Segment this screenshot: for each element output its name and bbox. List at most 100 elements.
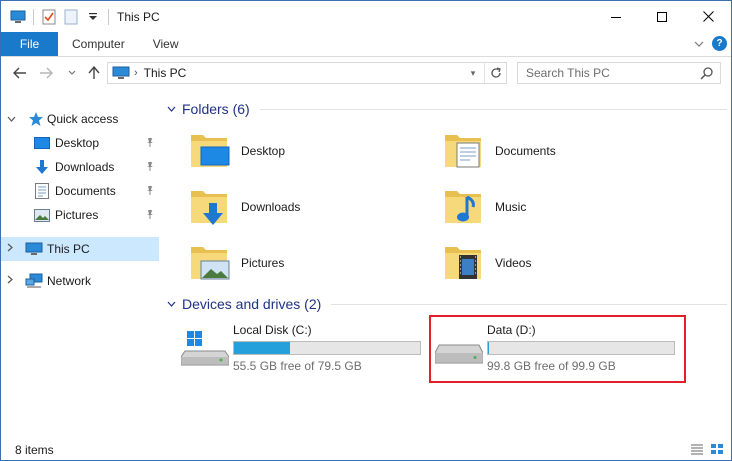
pictures-icon bbox=[33, 206, 51, 224]
drive-usage-fill bbox=[234, 342, 291, 354]
window-controls bbox=[593, 1, 731, 32]
navigation-pane: Quick access Desktop Downloads Documents… bbox=[1, 93, 159, 433]
item-count: 8 items bbox=[15, 442, 54, 457]
nav-quick-access[interactable]: Quick access bbox=[1, 107, 159, 131]
content-pane: Folders (6) Desktop Documents Downloads … bbox=[161, 93, 731, 433]
nav-pinned-label: Documents bbox=[55, 184, 116, 198]
folder-label: Music bbox=[495, 200, 527, 214]
group-divider bbox=[331, 303, 727, 305]
customize-toolbar-dropdown-icon[interactable] bbox=[84, 8, 102, 26]
up-button[interactable] bbox=[83, 62, 105, 84]
drives-group-title: Devices and drives (2) bbox=[182, 296, 322, 312]
search-box[interactable] bbox=[517, 62, 721, 84]
drive-d[interactable]: Data (D:) 99.8 GB free of 99.9 GB bbox=[429, 321, 685, 377]
ribbon-tabs: File Computer View ? bbox=[1, 32, 731, 57]
desktop-folder-icon bbox=[191, 135, 230, 167]
tab-computer[interactable]: Computer bbox=[58, 32, 139, 56]
collapse-chevron-icon[interactable] bbox=[167, 299, 176, 310]
folder-music[interactable]: Music bbox=[435, 181, 675, 233]
search-icon[interactable] bbox=[700, 66, 714, 83]
toolbar-separator bbox=[33, 8, 34, 25]
collapse-chevron-icon[interactable] bbox=[7, 114, 17, 125]
details-view-icon[interactable] bbox=[689, 442, 705, 456]
folder-label: Documents bbox=[495, 144, 556, 158]
documents-icon bbox=[33, 182, 51, 200]
drive-free-space: 99.8 GB free of 99.9 GB bbox=[487, 359, 616, 373]
folder-desktop[interactable]: Desktop bbox=[181, 125, 421, 177]
help-icon[interactable]: ? bbox=[712, 36, 727, 51]
breadcrumb-this-pc[interactable]: This PC bbox=[144, 66, 187, 80]
hard-drive-icon bbox=[435, 344, 483, 364]
nav-pinned-pictures[interactable]: Pictures bbox=[1, 203, 159, 227]
videos-folder-icon bbox=[445, 247, 481, 279]
nav-this-pc[interactable]: This PC bbox=[1, 237, 159, 261]
nav-pinned-label: Pictures bbox=[55, 208, 99, 222]
folder-downloads[interactable]: Downloads bbox=[181, 181, 421, 233]
drive-label: Data (D:) bbox=[487, 323, 536, 337]
recent-locations-dropdown[interactable] bbox=[61, 62, 83, 84]
quick-access-toolbar bbox=[1, 1, 115, 32]
maximize-button[interactable] bbox=[639, 1, 685, 32]
expand-chevron-icon[interactable] bbox=[7, 243, 17, 255]
folder-label: Pictures bbox=[241, 256, 285, 270]
tab-view[interactable]: View bbox=[139, 32, 193, 56]
downloads-folder-icon bbox=[191, 191, 227, 225]
pin-icon[interactable] bbox=[145, 185, 155, 198]
folder-label: Downloads bbox=[241, 200, 301, 214]
pictures-folder-icon bbox=[191, 247, 230, 280]
nav-network[interactable]: Network bbox=[1, 269, 159, 293]
explorer-window: This PC File Computer View ? › This PC ▾… bbox=[0, 0, 732, 461]
large-icons-view-icon[interactable] bbox=[709, 442, 725, 456]
drive-c[interactable]: Local Disk (C:) 55.5 GB free of 79.5 GB bbox=[175, 321, 431, 377]
windows-drive-icon bbox=[181, 331, 229, 366]
expand-ribbon-icon[interactable] bbox=[694, 37, 704, 51]
address-dropdown-icon[interactable]: ▾ bbox=[466, 63, 480, 83]
collapse-chevron-icon[interactable] bbox=[167, 104, 176, 115]
pin-icon[interactable] bbox=[145, 161, 155, 174]
nav-this-pc-label: This PC bbox=[47, 242, 90, 256]
group-divider bbox=[259, 108, 727, 110]
drive-usage-bar bbox=[487, 341, 675, 355]
breadcrumb-chevron-icon[interactable]: › bbox=[134, 67, 138, 79]
nav-pinned-documents[interactable]: Documents bbox=[1, 179, 159, 203]
properties-icon[interactable] bbox=[40, 8, 58, 26]
refresh-button[interactable] bbox=[484, 63, 506, 83]
nav-pinned-desktop[interactable]: Desktop bbox=[1, 131, 159, 155]
drive-usage-bar bbox=[233, 341, 421, 355]
star-icon bbox=[27, 110, 45, 128]
view-buttons bbox=[689, 442, 725, 456]
forward-button[interactable] bbox=[35, 62, 57, 84]
folder-documents[interactable]: Documents bbox=[435, 125, 675, 177]
downloads-icon bbox=[33, 158, 51, 176]
drive-label: Local Disk (C:) bbox=[233, 323, 312, 337]
minimize-button[interactable] bbox=[593, 1, 639, 32]
nav-pinned-downloads[interactable]: Downloads bbox=[1, 155, 159, 179]
tab-file[interactable]: File bbox=[1, 32, 58, 56]
pin-icon[interactable] bbox=[145, 137, 155, 150]
nav-quick-access-label: Quick access bbox=[47, 112, 119, 126]
expand-chevron-icon[interactable] bbox=[7, 275, 17, 287]
this-pc-app-icon[interactable] bbox=[9, 8, 27, 26]
status-bar: 8 items bbox=[1, 439, 731, 460]
search-input[interactable] bbox=[526, 66, 696, 80]
address-bar[interactable]: › This PC ▾ bbox=[107, 62, 507, 84]
new-folder-icon[interactable] bbox=[62, 8, 80, 26]
documents-folder-icon bbox=[445, 135, 481, 168]
back-button[interactable] bbox=[9, 62, 31, 84]
music-folder-icon bbox=[445, 191, 481, 223]
this-pc-icon bbox=[112, 66, 130, 80]
folders-group-header[interactable]: Folders (6) bbox=[167, 101, 727, 117]
folders-group-title: Folders (6) bbox=[182, 101, 250, 117]
close-button[interactable] bbox=[685, 1, 731, 32]
nav-pinned-label: Downloads bbox=[55, 160, 115, 174]
this-pc-icon bbox=[25, 240, 43, 258]
pin-icon[interactable] bbox=[145, 209, 155, 222]
nav-network-label: Network bbox=[47, 274, 92, 288]
folder-label: Videos bbox=[495, 256, 532, 270]
toolbar-separator bbox=[108, 8, 109, 25]
drive-free-space: 55.5 GB free of 79.5 GB bbox=[233, 359, 362, 373]
nav-pinned-label: Desktop bbox=[55, 136, 100, 150]
folder-pictures[interactable]: Pictures bbox=[181, 237, 421, 289]
drives-group-header[interactable]: Devices and drives (2) bbox=[167, 296, 727, 312]
folder-videos[interactable]: Videos bbox=[435, 237, 675, 289]
